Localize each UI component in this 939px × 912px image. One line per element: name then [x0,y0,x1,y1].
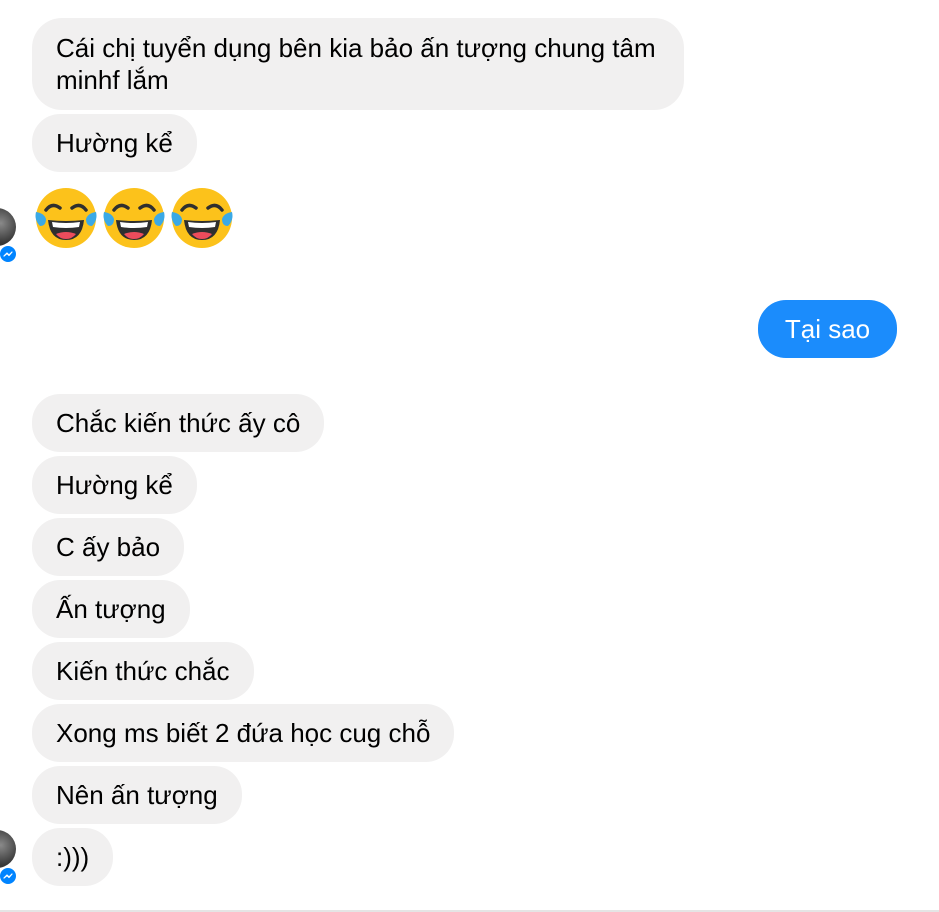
incoming-message: Hường kể [32,114,197,172]
outgoing-message: Tại sao [758,300,897,358]
incoming-message: C ấy bảo [32,518,185,576]
message-text: Hường kể [56,128,173,158]
message-text: Tại sao [784,314,871,344]
message-text: Chắc kiến thức ấy cô [56,408,301,438]
message-text: :))) [56,842,90,872]
message-text: Kiến thức chắc [56,656,230,686]
incoming-message: Hường kể [32,456,197,514]
message-text: Ấn tượng [56,594,166,624]
incoming-message: Cái chị tuyển dụng bên kia bảo ấn tượng … [32,18,684,110]
message-text: C ấy bảo [56,532,161,562]
message-text: Cái chị tuyển dụng bên kia bảo ấn tượng … [56,33,656,95]
contact-avatar[interactable] [0,830,16,868]
incoming-message: Xong ms biết 2 đứa học cug chỗ [32,704,455,762]
incoming-message: Ấn tượng [32,580,190,638]
message-text: Xong ms biết 2 đứa học cug chỗ [56,718,431,748]
messenger-badge-icon [0,244,18,264]
face-with-tears-of-joy-icon [171,188,233,248]
message-text: Nên ấn tượng [56,780,218,810]
message-text: Hường kể [56,470,173,500]
face-with-tears-of-joy-icon [103,188,165,248]
incoming-message: Chắc kiến thức ấy cô [32,394,325,452]
contact-avatar[interactable] [0,208,16,246]
messenger-badge-icon [0,866,18,886]
face-with-tears-of-joy-icon [35,188,97,248]
incoming-message: Nên ấn tượng [32,766,242,824]
incoming-message: :))) [32,828,114,886]
incoming-message: Kiến thức chắc [32,642,254,700]
